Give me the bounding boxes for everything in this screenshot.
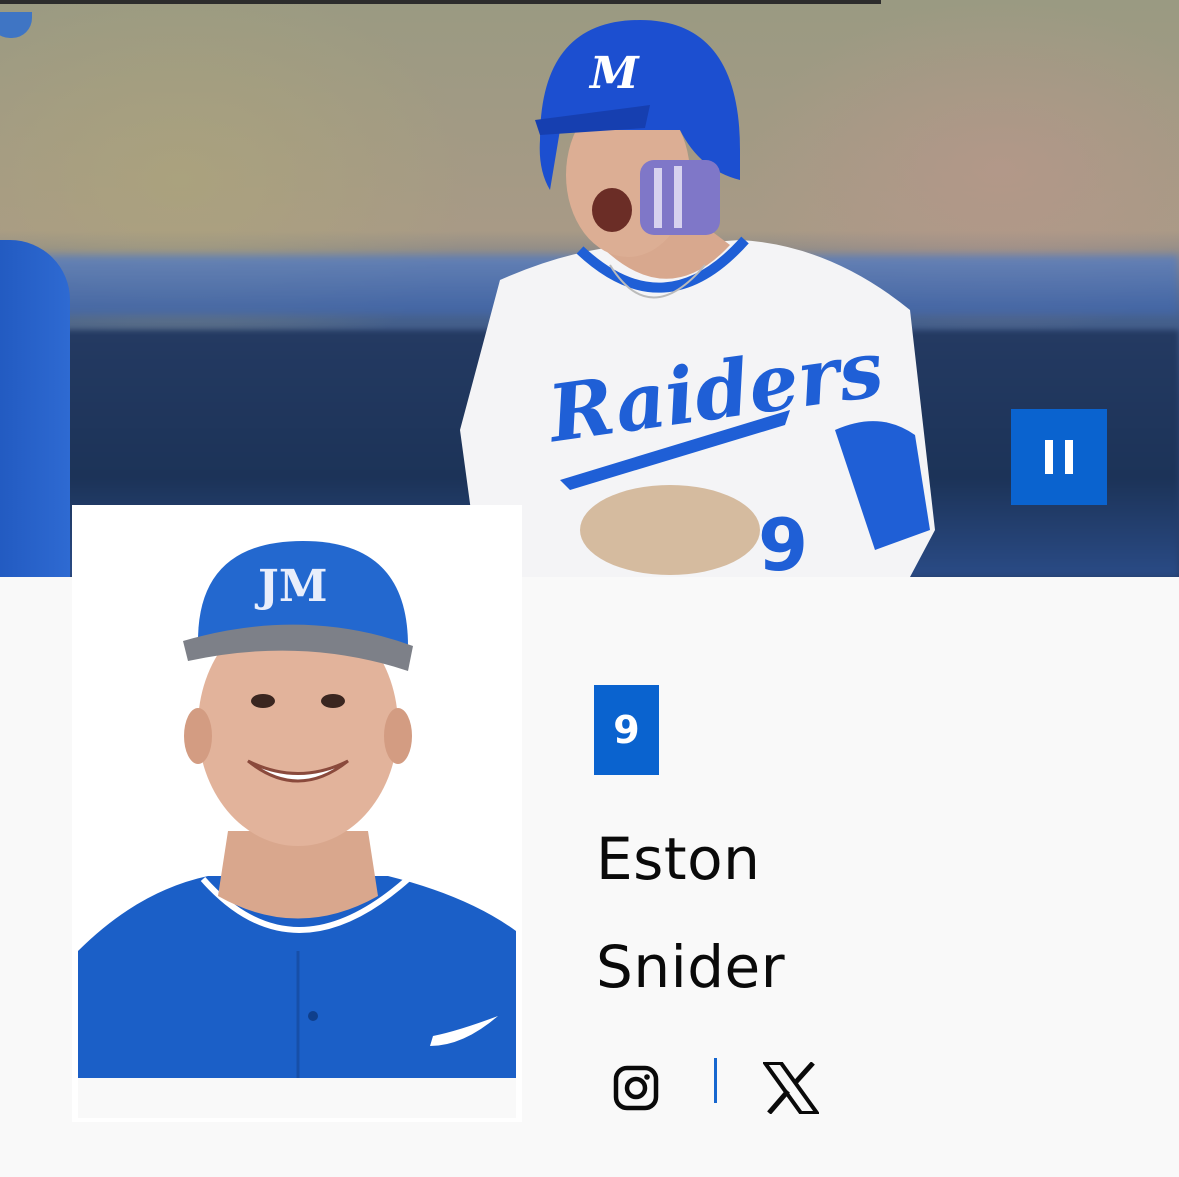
teammate-cap [0,12,32,38]
player-headshot: ЈМ [78,511,516,1078]
hero-banner: Raiders 9 M [0,0,1179,577]
progress-bar [0,0,881,4]
helmet-logo: M [588,48,640,99]
hero-player-photo: Raiders 9 M [460,20,935,577]
headshot-card: ЈМ [72,505,522,1122]
instagram-link[interactable] [610,1062,662,1114]
social-divider [714,1058,717,1103]
teammate-arm [0,240,70,577]
player-first-name: Eston [596,825,761,893]
social-links [596,1050,856,1130]
x-link[interactable] [762,1060,820,1116]
jersey-number-text: 9 [758,503,808,577]
x-icon [763,1062,819,1114]
svg-text:ЈМ: ЈМ [254,561,328,612]
player-last-name: Snider [596,933,786,1001]
pause-button[interactable] [1011,409,1107,505]
headshot-bottom-strip [78,1078,516,1118]
pause-icon-right-bar [1065,440,1073,474]
pause-icon-left-bar [1045,440,1053,474]
jersey-number-badge: 9 [594,685,659,775]
instagram-icon [613,1065,659,1111]
